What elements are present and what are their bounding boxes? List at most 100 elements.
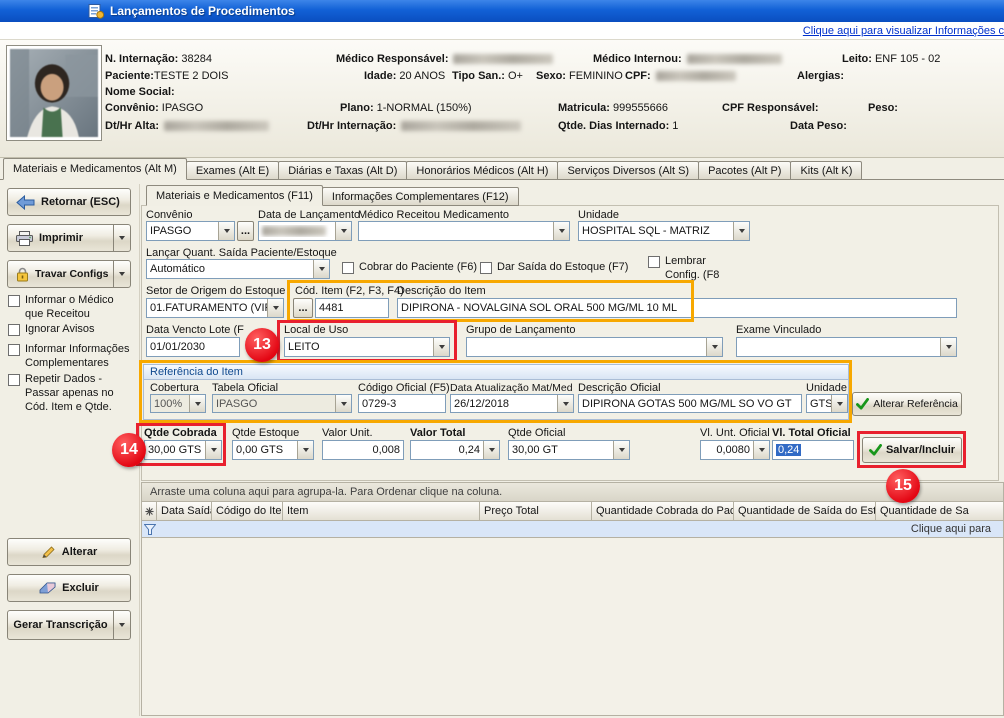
chevron-down-icon[interactable] [831,395,847,412]
chevron-down-icon[interactable] [335,222,351,240]
cod-item-input[interactable]: 4481 [315,298,389,318]
valor-unit-input[interactable]: 0,008 [322,440,404,460]
qtde-oficial-combo[interactable]: 30,00 GT [508,440,630,460]
tab-honorarios-medicos[interactable]: Honorários Médicos (Alt H) [406,161,558,180]
sexo-label: Sexo: [536,70,566,82]
medico-internou-label: Médico Internou: [593,53,682,65]
gerar-dropdown-arrow[interactable] [113,611,130,639]
unidade-oficial-combo[interactable]: GTS [806,394,848,413]
checkbox-repetir-dados[interactable]: Repetir Dados - Passar apenas no Cód. It… [8,373,134,414]
tab-informacoes-f12[interactable]: Informações Complementares (F12) [322,187,519,206]
setor-origem-combo[interactable]: 01.FATURAMENTO (VIRT [146,298,284,318]
chevron-down-icon[interactable] [483,441,499,459]
col-codigo-do-item[interactable]: Código do Item [212,502,283,520]
chevron-down-icon[interactable] [553,222,569,240]
checkbox-informar-informacoes[interactable]: Informar Informações Complementares [8,343,134,371]
unidade-combo[interactable]: HOSPITAL SQL - MATRIZ [578,221,750,241]
data-vencto-input[interactable]: 01/01/2030 [146,337,240,357]
descricao-oficial-label: Descrição Oficial [578,382,661,394]
grid-group-hint[interactable]: Arraste uma coluna aqui para agrupa-la. … [141,482,1004,502]
salvar-incluir-button[interactable]: Salvar/Incluir [862,437,962,463]
chevron-down-icon[interactable] [613,441,629,459]
tab-servicos-diversos[interactable]: Serviços Diversos (Alt S) [557,161,699,180]
imprimir-button[interactable]: Imprimir [7,224,131,252]
descricao-oficial-input[interactable]: DIPIRONA GOTAS 500 MG/ML SO VO GT [578,394,802,413]
imprimir-dropdown-arrow[interactable] [113,225,130,251]
chevron-down-icon[interactable] [753,441,769,459]
chevron-down-icon[interactable] [733,222,749,240]
chevron-down-icon[interactable] [557,395,573,412]
tab-diarias-taxas[interactable]: Diárias e Taxas (Alt D) [278,161,407,180]
travar-configs-button[interactable]: Travar Configs [7,260,131,288]
codigo-oficial-input[interactable]: 0729-3 [358,394,446,413]
field-cpf: CPF: [625,70,736,82]
vl-unt-oficial-combo[interactable]: 0,0080 [700,440,770,460]
grid-body-empty[interactable] [141,538,1004,716]
chevron-down-icon[interactable] [297,441,313,459]
checkbox-box [342,262,354,274]
col-data-saida[interactable]: Data Saída [157,502,212,520]
tab-kits[interactable]: Kits (Alt K) [790,161,862,180]
grid-new-row[interactable]: Clique aqui para [141,521,1004,538]
chevron-down-icon[interactable] [205,441,221,459]
field-cpf-responsavel: CPF Responsável: [722,102,819,114]
retornar-button[interactable]: Retornar (ESC) [7,188,131,216]
medico-receitou-combo[interactable] [358,221,570,241]
leito-label: Leito: [842,53,872,65]
chevron-down-icon[interactable] [335,395,351,412]
col-item[interactable]: Item [283,502,480,520]
chevron-down-icon[interactable] [218,222,234,240]
unidade-field-label: Unidade [578,209,619,221]
col-quantidade-sa[interactable]: Quantidade de Sa [876,502,1003,520]
data-lancamento-combo[interactable] [258,221,352,241]
cod-item-browse-button[interactable]: ... [293,298,313,318]
excluir-button[interactable]: Excluir [7,574,131,602]
chevron-down-icon[interactable] [940,338,956,356]
setor-origem-value: 01.FATURAMENTO (VIRT [147,302,267,314]
exame-vinculado-combo[interactable] [736,337,957,357]
data-atualizacao-combo[interactable]: 26/12/2018 [450,394,574,413]
qtde-estoque-combo[interactable]: 0,00 GTS [232,440,314,460]
grid-new-row-hint: Clique aqui para [911,523,991,535]
tab-materiais-f11[interactable]: Materiais e Medicamentos (F11) [146,185,323,206]
local-uso-combo[interactable]: LEITO [284,337,450,357]
col-preco-total[interactable]: Preço Total [480,502,592,520]
col-quantidade-cobrada[interactable]: Quantidade Cobrada do Paciente [592,502,734,520]
main-tabbar: Materiais e Medicamentos (Alt M) Exames … [3,158,862,180]
checkbox-cobrar-paciente[interactable]: Cobrar do Paciente (F6) [342,261,477,275]
convenio-browse-button[interactable]: ... [237,221,254,241]
chevron-down-icon[interactable] [433,338,449,356]
checkbox-ignorar-avisos[interactable]: Ignorar Avisos [8,323,134,337]
checkbox-informar-medico[interactable]: Informar o Médico que Receitou [8,294,134,322]
grid-header: Data Saída Código do Item Item Preço Tot… [141,502,1004,521]
lancar-quant-combo[interactable]: Automático [146,259,330,279]
checkbox-informar-informacoes-label: Informar Informações Complementares [25,343,131,371]
checkbox-lembrar-config[interactable]: Lembrar Config. (F8 [648,255,727,283]
tab-materiais-medicamentos[interactable]: Materiais e Medicamentos (Alt M) [3,158,187,180]
vl-total-oficial-input[interactable]: 0,24 [772,440,854,460]
tabela-oficial-combo[interactable]: IPASGO [212,394,352,413]
funnel-icon[interactable] [144,524,156,535]
field-alergias: Alergias: [797,70,844,82]
alterar-button[interactable]: Alterar [7,538,131,566]
descricao-item-input[interactable]: DIPIRONA - NOVALGINA SOL ORAL 500 MG/ML … [397,298,957,318]
alterar-referencia-label: Alterar Referência [873,398,958,410]
checkbox-dar-saida[interactable]: Dar Saída do Estoque (F7) [480,261,628,275]
qtde-cobrada-combo[interactable]: 30,00 GTS [144,440,222,460]
travar-dropdown-arrow[interactable] [113,261,130,287]
valor-total-combo[interactable]: 0,24 [410,440,500,460]
chevron-down-icon[interactable] [267,299,283,317]
alterar-referencia-button[interactable]: Alterar Referência [852,392,962,416]
chevron-down-icon[interactable] [189,395,205,412]
chevron-down-icon[interactable] [706,338,722,356]
tab-pacotes[interactable]: Pacotes (Alt P) [698,161,791,180]
chevron-down-icon[interactable] [313,260,329,278]
col-quantidade-saida[interactable]: Quantidade de Saída do Estoque [734,502,876,520]
cobertura-combo[interactable]: 100% [150,394,206,413]
field-n-internacao: N. Internação:38284 [105,53,212,65]
convenio-combo[interactable]: IPASGO [146,221,235,241]
visualizar-informacoes-link[interactable]: Clique aqui para visualizar Informações … [803,25,1004,37]
gerar-transcricao-button[interactable]: Gerar Transcrição [7,610,131,640]
grupo-lancamento-combo[interactable] [466,337,723,357]
tab-exames[interactable]: Exames (Alt E) [186,161,279,180]
